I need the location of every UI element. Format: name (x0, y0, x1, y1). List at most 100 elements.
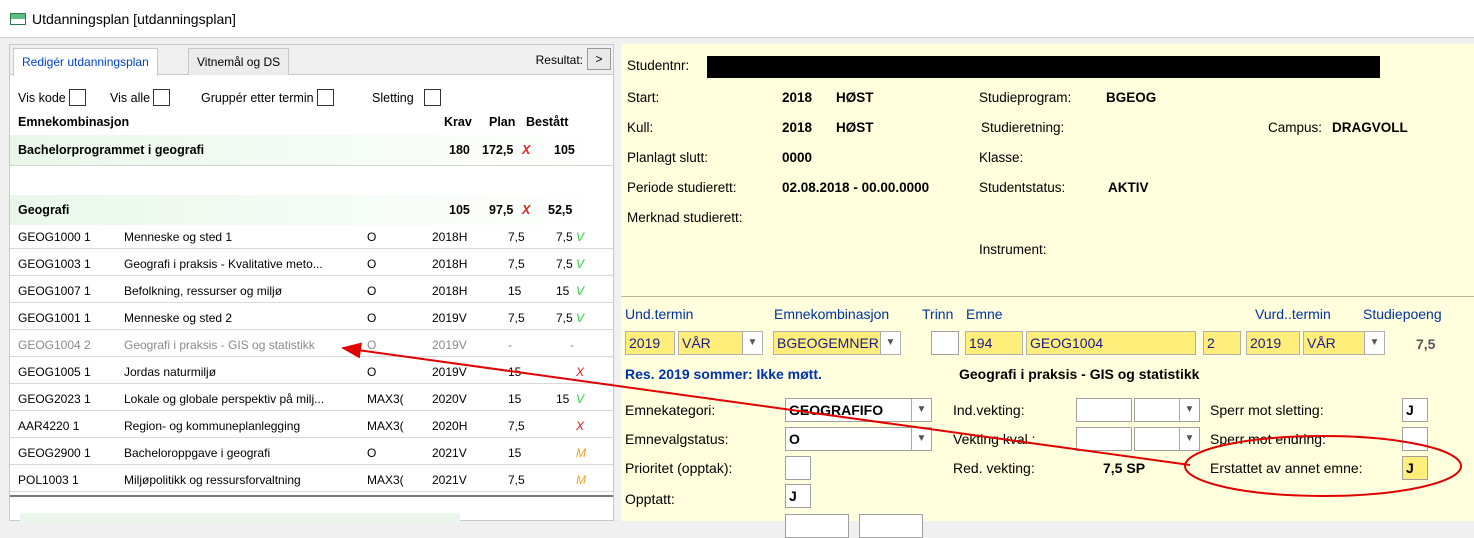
erstattet-field[interactable]: J (1402, 456, 1428, 480)
show-all-checkbox[interactable] (153, 89, 171, 106)
course-status-mark: V (576, 257, 585, 271)
chevron-down-icon[interactable]: ▼ (1179, 399, 1199, 421)
sperr-endring-label: Sperr mot endring: (1210, 431, 1326, 447)
course-points: 7,5 (508, 257, 525, 271)
chevron-down-icon[interactable]: ▼ (1179, 428, 1199, 450)
opptatt-field[interactable]: J (785, 484, 811, 508)
start-term: HØST (836, 90, 874, 105)
course-status-mark: V (576, 392, 585, 406)
chevron-down-icon[interactable]: ▼ (911, 428, 931, 450)
extra-field-2[interactable] (859, 514, 923, 538)
group-by-term-checkbox[interactable] (316, 89, 334, 106)
kategori-select[interactable]: GEOGRAFIFO ▼ (785, 398, 932, 422)
course-code: POL1003 1 (18, 473, 79, 487)
result-text: Res. 2019 sommer: Ikke møtt. (625, 366, 822, 382)
campus-label: Campus: (1268, 120, 1323, 135)
table-row[interactable]: GEOG1001 1 Menneske og sted 2 O 2019V 7,5 7,5… (10, 306, 613, 330)
term-year-field[interactable]: 2019 (625, 331, 675, 355)
extra-field-1[interactable] (785, 514, 849, 538)
group-bestatt: 52,5 (548, 203, 573, 217)
deletion-label: Sletting (372, 91, 414, 105)
erstattet-label: Erstattet av annet emne: (1210, 460, 1363, 476)
course-name: Geografi i praksis - Kvalitative meto... (124, 257, 323, 271)
deletion-checkbox[interactable] (423, 89, 441, 106)
vurd-term-value: VÅR (1307, 335, 1336, 351)
show-all-label: Vis alle (110, 91, 151, 105)
table-row[interactable]: GEOG2023 1 Lokale og globale perspektiv p… (10, 387, 613, 411)
group-name: Geografi (18, 203, 70, 217)
course-result: 7,5 (556, 311, 573, 325)
chevron-down-icon[interactable]: ▼ (742, 332, 762, 354)
course-name: Lokale og globale perspektiv på milj... (124, 392, 325, 406)
group-mark: X (522, 203, 531, 217)
col-bestatt: Bestått (526, 115, 569, 129)
sperr-sletting-field[interactable]: J (1402, 398, 1428, 422)
emne-nr-field[interactable]: 194 (965, 331, 1023, 355)
table-row[interactable]: GEOG1005 1 Jordas naturmiljø O 2019V 15 X (10, 360, 613, 384)
vekting-kval-field[interactable] (1076, 427, 1132, 451)
course-term: 2019V (432, 365, 467, 379)
ind-vekting-select[interactable]: ▼ (1134, 398, 1200, 422)
kategori-value: GEOGRAFIFO (789, 402, 884, 418)
emne-version-field[interactable]: 2 (1203, 331, 1241, 355)
kull-label: Kull: (627, 120, 654, 135)
chevron-down-icon[interactable]: ▼ (911, 399, 931, 421)
chevron-down-icon[interactable]: ▼ (1364, 332, 1384, 354)
class-label: Klasse: (979, 150, 1024, 165)
result-button[interactable]: > (587, 48, 611, 70)
course-code: GEOG1004 2 (18, 338, 91, 352)
emnekomb-value: BGEOGEMNER (777, 335, 879, 351)
course-code: GEOG1007 1 (18, 284, 91, 298)
ind-vekting-field[interactable] (1076, 398, 1132, 422)
divider (10, 165, 613, 166)
course-type: MAX3( (367, 473, 404, 487)
table-row[interactable]: AAR4220 1 Region- og kommuneplanlegging MA… (10, 414, 613, 438)
sperr-endring-field[interactable] (1402, 427, 1428, 451)
vekting-kval-select[interactable]: ▼ (1134, 427, 1200, 451)
course-type: O (367, 284, 377, 298)
vurd-term-select[interactable]: VÅR ▼ (1303, 331, 1385, 355)
prioritet-field[interactable] (785, 456, 811, 480)
emnekomb-select[interactable]: BGEOGEMNER ▼ (773, 331, 901, 355)
emne-code-field[interactable]: GEOG1004 (1026, 331, 1196, 355)
term-season-select[interactable]: VÅR ▼ (678, 331, 763, 355)
vurd-termin-header: Vurd..termin (1255, 306, 1331, 322)
table-row[interactable]: GEOG1000 1 Menneske og sted 1 O 2018H 7,5 7,5… (10, 225, 613, 249)
group-row[interactable]: Geografi 105 97,5 X 52,5 (10, 195, 613, 225)
course-term: 2020H (432, 419, 468, 433)
campus-value: DRAGVOLL (1332, 120, 1408, 135)
show-code-checkbox[interactable] (68, 89, 86, 106)
course-points: 15 (508, 284, 522, 298)
direction-label: Studieretning: (981, 120, 1065, 135)
vurd-year-field[interactable]: 2019 (1246, 331, 1300, 355)
deletion-option: Sletting (372, 89, 441, 106)
table-row[interactable]: GEOG1004 2 Geografi i praksis - GIS og st… (10, 333, 613, 357)
tab-edit-plan[interactable]: Redigér utdanningsplan (13, 48, 158, 76)
table-row[interactable]: GEOG2900 1 Bacheloroppgave i geografi O 202… (10, 441, 613, 465)
student-detail-panel: Studentnr: Start: 2018 HØST Kull: 2018 H… (621, 44, 1474, 538)
group-krav: 105 (449, 203, 470, 217)
red-vekting-label: Red. vekting: (953, 460, 1035, 476)
course-code: GEOG2900 1 (18, 446, 91, 460)
kategori-label: Emnekategori: (625, 402, 716, 418)
course-result: 15 (556, 392, 570, 406)
table-row[interactable]: POL1003 1 Miljøpolitikk og ressursforvalt… (10, 468, 613, 492)
course-status-mark: M (576, 446, 586, 460)
course-name: Jordas naturmiljø (124, 365, 217, 379)
course-term: 2019V (432, 338, 467, 352)
tab-diploma[interactable]: Vitnemål og DS (188, 48, 290, 75)
valgstatus-value: O (789, 431, 800, 447)
course-result: 7,5 (556, 230, 573, 244)
period-label: Periode studierett: (627, 180, 737, 195)
table-row[interactable]: GEOG1007 1 Befolkning, ressurser og miljø… (10, 279, 613, 303)
valgstatus-select[interactable]: O ▼ (785, 427, 932, 451)
chevron-down-icon[interactable]: ▼ (880, 332, 900, 354)
table-row[interactable]: GEOG1003 1 Geografi i praksis - Kvalitati… (10, 252, 613, 276)
trinn-field[interactable] (931, 331, 959, 355)
redacted-student-number (707, 56, 1380, 78)
group-row[interactable]: Bachelorprogrammet i geografi 180 172,5 … (10, 135, 613, 165)
term-season-value: VÅR (682, 335, 711, 351)
course-type: O (367, 446, 377, 460)
col-emnekombinasjon: Emnekombinasjon (18, 115, 130, 129)
planned-end-label: Planlagt slutt: (627, 150, 709, 165)
